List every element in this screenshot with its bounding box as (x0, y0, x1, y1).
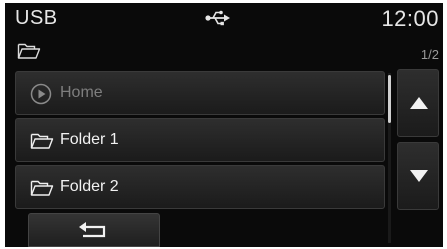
triangle-down-icon (410, 170, 428, 182)
list-item-label: Folder 1 (60, 131, 119, 148)
scroll-thumb[interactable] (388, 75, 391, 123)
screen: USB 12:00 1/2 Home Folder 1 Folder 2 (5, 3, 443, 247)
scroll-down-button[interactable] (397, 142, 439, 210)
back-arrow-icon (79, 222, 106, 238)
folder-open-icon (30, 177, 54, 202)
folder-open-icon (30, 130, 54, 155)
source-label: USB (15, 7, 58, 29)
folder-open-icon (17, 42, 41, 65)
scroll-up-button[interactable] (397, 69, 439, 137)
play-circle-icon (30, 83, 52, 110)
folder-bar: 1/2 (5, 37, 443, 67)
list-item-home[interactable]: Home (15, 71, 385, 115)
list-item-label: Folder 2 (60, 178, 119, 195)
list-item-folder-1[interactable]: Folder 1 (15, 118, 385, 162)
back-button[interactable] (28, 213, 160, 247)
triangle-up-icon (410, 97, 428, 109)
list-item-label: Home (60, 84, 103, 101)
page-indicator: 1/2 (420, 47, 439, 62)
status-bar: USB 12:00 (5, 3, 443, 35)
usb-icon (205, 9, 231, 27)
list-item-folder-2[interactable]: Folder 2 (15, 165, 385, 209)
clock: 12:00 (381, 6, 439, 31)
